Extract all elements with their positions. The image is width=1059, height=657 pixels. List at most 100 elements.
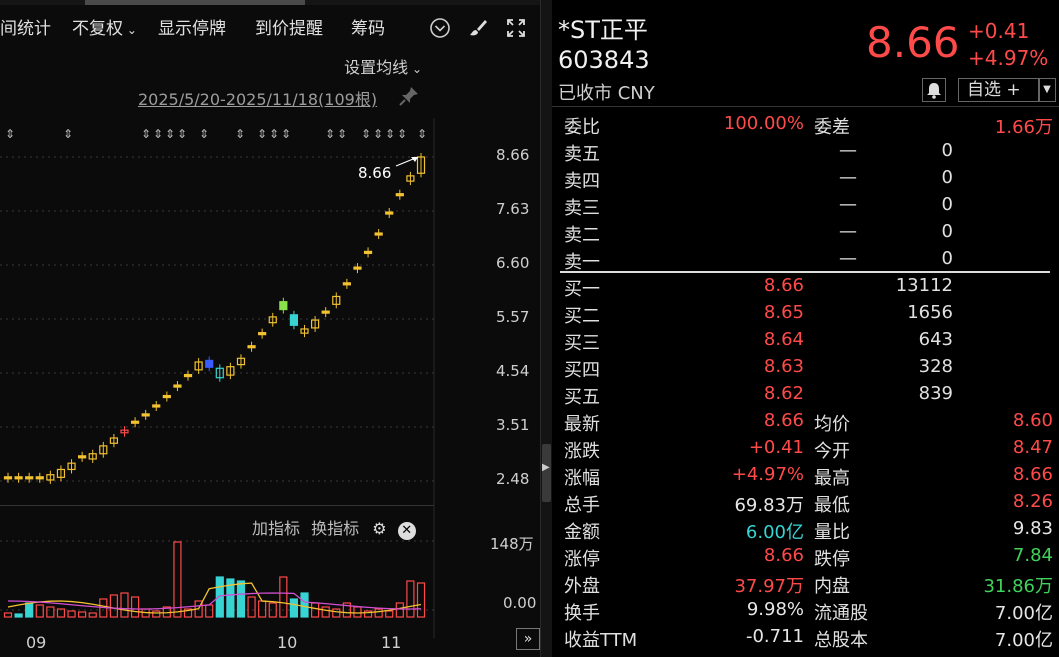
collapse-arrow-icon[interactable]: ▶ [542, 462, 550, 473]
kline-chart-panel[interactable]: 间统计 不复权 ⌄ 显示停牌 到价提醒 筹码 设置均线 ⌄ 2025/5/20-… [0, 0, 540, 657]
volume-top-label: 148万 [490, 535, 534, 553]
price-tick: 3.51 [496, 416, 530, 434]
stat-label: 流通股 [814, 603, 868, 624]
bid-row[interactable]: 买一 8.66 13112 [552, 275, 1059, 302]
bid-price: 8.63 [763, 356, 804, 377]
bid-volume: 328 [918, 356, 953, 377]
volume-bar [416, 582, 426, 618]
volume-bar [3, 612, 13, 618]
candle-body [183, 373, 193, 378]
stat-value: 8.47 [1012, 437, 1053, 458]
price-tick: 4.54 [496, 362, 530, 380]
price-tick: 2.48 [496, 470, 530, 488]
price-change-pct: +4.97% [968, 46, 1049, 70]
gear-icon[interactable]: ⚙ [372, 519, 386, 538]
scrollbar-thumb[interactable] [85, 0, 305, 5]
watchlist-dropdown-icon[interactable]: ▼ [1038, 78, 1056, 102]
stat-value: 9.83 [1012, 518, 1053, 539]
ask-label: 卖四 [564, 171, 600, 192]
add-indicator-button[interactable]: 加指标 [252, 519, 300, 538]
pin-icon[interactable] [398, 85, 420, 107]
volume-bar [25, 602, 34, 618]
last-price-annotation: 8.66 [358, 164, 392, 182]
candle-body [3, 476, 13, 480]
ask-row[interactable]: 卖一 — 0 [552, 248, 1059, 275]
stat-row: 涨跌 +0.41 今开 8.47 [552, 437, 1059, 464]
brush-icon[interactable] [466, 16, 490, 40]
event-marker: ⇕ [417, 127, 427, 141]
toolbar-chips[interactable]: 筹码 [351, 14, 385, 39]
splitter-grip[interactable] [542, 444, 551, 502]
bid-row[interactable]: 买二 8.65 1656 [552, 302, 1059, 329]
stat-value: +4.97% [731, 464, 804, 485]
candle-body [205, 359, 214, 368]
ask-label: 卖二 [564, 225, 600, 246]
date-range-link[interactable]: 2025/5/20-2025/11/18(109根) [138, 86, 377, 110]
ma-setting-dropdown[interactable]: 设置均线 ⌄ [344, 54, 422, 78]
candle-body [279, 301, 288, 311]
horizontal-scrollbar[interactable] [0, 0, 540, 5]
toolbar-price-alert[interactable]: 到价提醒 [255, 14, 323, 39]
ask-row[interactable]: 卖二 — 0 [552, 221, 1059, 248]
chart-toolbar: 间统计 不复权 ⌄ 显示停牌 到价提醒 筹码 [0, 14, 540, 44]
volume-bar [215, 576, 224, 618]
candle-body [130, 420, 140, 424]
fullscreen-icon[interactable] [504, 16, 528, 40]
volume-bar [78, 611, 87, 618]
bid-label: 买一 [564, 279, 600, 300]
stat-label: 内盘 [814, 576, 850, 597]
volume-bar [406, 580, 415, 618]
indicator-bar: 加指标 换指标 ⚙ ✕ [252, 515, 416, 540]
bid-row[interactable]: 买四 8.63 328 [552, 356, 1059, 383]
volume-bar [247, 596, 256, 618]
candle-body [35, 476, 44, 480]
x-axis-label: 11 [381, 633, 402, 652]
toolbar-interval-stats[interactable]: 间统计 [0, 14, 51, 39]
ask-row[interactable]: 卖五 — 0 [552, 140, 1059, 167]
toolbar-adjust-dropdown[interactable]: 不复权 ⌄ [72, 14, 137, 39]
pane-divider[interactable] [0, 505, 434, 506]
candle-body [363, 250, 373, 254]
toolbar-show-suspended[interactable]: 显示停牌 [158, 14, 226, 39]
divider [552, 106, 1059, 107]
volume-bar [35, 604, 44, 618]
market-status: 已收市 CNY [558, 83, 655, 104]
alert-bell-button[interactable] [922, 78, 946, 102]
volume-bar [258, 600, 267, 618]
volume-bar [385, 610, 394, 618]
stat-label: 收益TTM [564, 630, 638, 651]
candle-body [14, 476, 23, 480]
add-watchlist-button[interactable]: 自选 + [958, 78, 1040, 102]
current-price: 8.66 [866, 18, 960, 67]
expand-button[interactable]: » [516, 628, 540, 650]
switch-indicator-button[interactable]: 换指标 [311, 519, 359, 538]
stat-label: 涨跌 [564, 441, 600, 462]
ask-price: — [839, 140, 857, 161]
stat-label: 总手 [564, 495, 600, 516]
chevron-circle-icon[interactable] [428, 16, 452, 40]
ask-row[interactable]: 卖四 — 0 [552, 167, 1059, 194]
event-marker: ⇕ [361, 127, 371, 141]
weicha-label: 委差 [814, 117, 850, 138]
stat-value: 7.84 [1012, 545, 1053, 566]
volume-bar [236, 580, 246, 618]
stat-value: 9.98% [746, 599, 804, 620]
bid-row[interactable]: 买三 8.64 643 [552, 329, 1059, 356]
bid-volume: 839 [918, 383, 953, 404]
stat-value: 7.00亿 [994, 603, 1053, 624]
ask-label: 卖一 [564, 252, 600, 273]
stat-label: 外盘 [564, 576, 600, 597]
candle-body [173, 384, 182, 388]
volume-bar [279, 576, 288, 618]
bid-row[interactable]: 买五 8.62 839 [552, 383, 1059, 410]
stat-row: 换手 9.98% 流通股 7.00亿 [552, 599, 1059, 626]
weibi-label: 委比 [564, 117, 600, 138]
close-circle-icon[interactable]: ✕ [397, 522, 416, 540]
chart-canvas[interactable]: ⇕ ⇕ ⇕ ⇕ ⇕ ⇕ ⇕ ⇕ ⇕ ⇕ ⇕ ⇕ ⇕ ⇕ ⇕ ⇕ ⇕ ⇕ [0, 118, 540, 638]
stat-label: 均价 [814, 414, 850, 435]
ask-row[interactable]: 卖三 — 0 [552, 194, 1059, 221]
candle-body [78, 455, 87, 459]
volume-bar [353, 606, 362, 618]
candle-body [353, 266, 362, 270]
stat-value: 31.86万 [983, 576, 1053, 597]
